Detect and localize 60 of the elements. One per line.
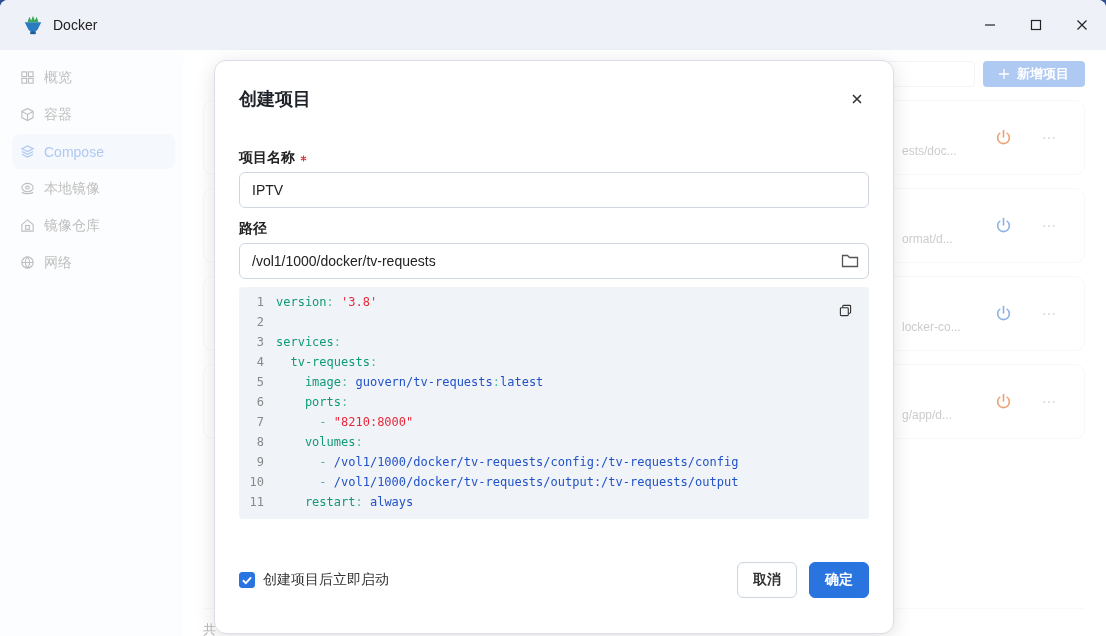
more-icon[interactable]	[1042, 399, 1056, 404]
code-line: version: '3.8'	[276, 295, 378, 309]
add-project-button[interactable]: 新增项目	[983, 61, 1085, 87]
input-field[interactable]: IPTV	[239, 172, 869, 208]
power-icon[interactable]	[995, 129, 1012, 146]
code-line: ports:	[303, 395, 349, 409]
line-number: 10	[248, 475, 265, 489]
dialog-title: 创建项目	[239, 88, 311, 111]
app-logo-icon	[22, 14, 44, 36]
code-line: - /vol1/1000/docker/tv-requests/config:/tv-requests/config	[318, 455, 739, 469]
line-number: 6	[255, 395, 265, 409]
line-number: 2	[255, 315, 265, 329]
sidebar-item[interactable]: 容器	[12, 97, 175, 132]
close-icon[interactable]	[851, 93, 863, 105]
copy-icon[interactable]	[839, 304, 852, 317]
sidebar-item[interactable]: 网络	[12, 245, 175, 280]
line-number: 1	[255, 295, 265, 309]
confirm-button[interactable]: 确定	[809, 562, 869, 598]
checkbox-label: 创建项目后立即启动	[263, 571, 389, 589]
line-number: 5	[255, 375, 265, 389]
line-number: 3	[255, 335, 265, 349]
maximize-icon[interactable]	[1030, 19, 1042, 31]
code-line: volumes:	[303, 435, 363, 449]
line-number: 8	[255, 435, 265, 449]
sidebar-item[interactable]: 概览	[12, 60, 175, 95]
line-number: 4	[255, 355, 265, 369]
cube-icon	[20, 107, 35, 122]
plus-icon	[999, 69, 1009, 79]
line-number: 9	[255, 455, 265, 469]
sidebar-item[interactable]: Compose	[12, 134, 175, 169]
code-line: - "8210:8000"	[318, 415, 414, 429]
power-icon[interactable]	[995, 217, 1012, 234]
code-line: image: guovern/tv-requests:latest	[303, 375, 544, 389]
checkbox[interactable]	[239, 572, 255, 588]
folder-icon[interactable]	[841, 253, 859, 269]
house-icon	[20, 218, 35, 233]
code-line: services:	[276, 335, 342, 349]
code-line: - /vol1/1000/docker/tv-requests/output:/tv-requests/output	[318, 475, 739, 489]
layers-icon	[20, 144, 35, 159]
close-icon[interactable]	[1076, 19, 1088, 31]
line-number: 11	[248, 495, 265, 509]
grid-icon	[20, 70, 35, 85]
more-icon[interactable]	[1042, 135, 1056, 140]
code-line: restart: always	[303, 495, 414, 509]
power-icon[interactable]	[995, 305, 1012, 322]
code-line: tv-requests:	[289, 355, 378, 369]
more-icon[interactable]	[1042, 223, 1056, 228]
input-field[interactable]: /vol1/1000/docker/tv-requests	[239, 243, 869, 279]
total-count-text: 共	[203, 622, 216, 636]
field-label: 路径	[239, 220, 267, 238]
line-number: 7	[255, 415, 265, 429]
field-label: 项目名称	[239, 149, 295, 167]
power-icon[interactable]	[995, 393, 1012, 410]
sidebar-item[interactable]: 本地镜像	[12, 171, 175, 206]
globe-icon	[20, 255, 35, 270]
window-title: Docker	[53, 17, 98, 33]
more-icon[interactable]	[1042, 311, 1056, 316]
cancel-button[interactable]: 取消	[737, 562, 797, 598]
sidebar-item[interactable]: 镜像仓库	[12, 208, 175, 243]
disk-icon	[20, 181, 35, 196]
